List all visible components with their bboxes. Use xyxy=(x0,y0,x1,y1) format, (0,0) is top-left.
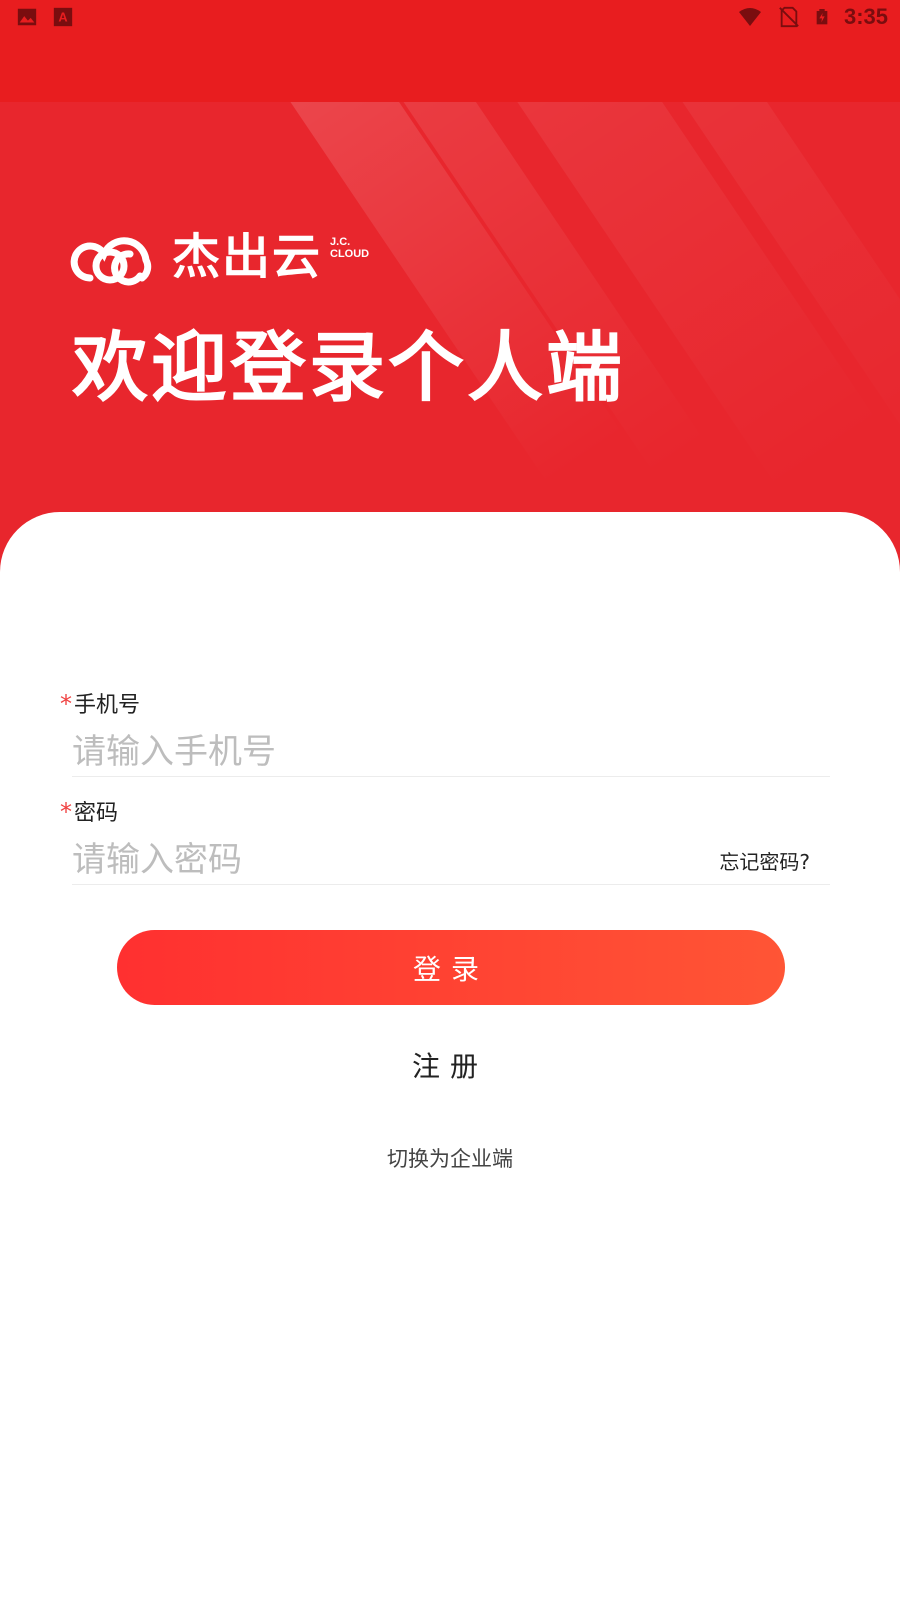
phone-label: 手机号 xyxy=(74,693,141,718)
password-label: 密码 xyxy=(74,801,119,826)
welcome-title: 欢迎登录个人端 xyxy=(72,323,625,412)
brand-en: J.C. CLOUD xyxy=(330,236,369,260)
brand-logo: 杰出云 J.C. CLOUD xyxy=(70,226,369,288)
phone-field-group: *手机号 xyxy=(60,690,830,778)
password-label-row: *密码 xyxy=(60,798,830,826)
brand-en-line2: CLOUD xyxy=(330,248,370,260)
battery-charging-icon xyxy=(816,9,828,25)
wifi-icon xyxy=(738,8,761,26)
password-input[interactable] xyxy=(72,834,632,886)
login-button[interactable]: 登录 xyxy=(117,930,785,1005)
password-field-group: *密码 忘记密码? xyxy=(60,798,830,886)
text-a-icon: A xyxy=(53,7,73,27)
switch-to-enterprise-link[interactable]: 切换为企业端 xyxy=(0,1143,900,1173)
phone-underline xyxy=(72,776,830,777)
brand-en-line1: J.C. xyxy=(330,236,351,248)
forgot-password-link[interactable]: 忘记密码? xyxy=(719,846,810,875)
password-underline xyxy=(72,884,830,885)
status-time: 3:35 xyxy=(843,4,888,29)
svg-text:A: A xyxy=(58,10,67,25)
image-icon xyxy=(17,8,37,26)
required-mark: * xyxy=(60,690,72,718)
required-mark: * xyxy=(60,798,72,826)
cloud-logo-icon xyxy=(70,237,152,286)
brand-name: 杰出云 xyxy=(172,229,323,285)
no-sim-icon xyxy=(779,6,799,28)
register-link[interactable]: 注册 xyxy=(0,1045,900,1085)
phone-label-row: *手机号 xyxy=(60,690,830,718)
phone-input[interactable] xyxy=(72,726,830,778)
status-bar: A 3:35 xyxy=(0,0,900,102)
hero-banner: A 3:35 杰出云 J.C. CLOUD 欢迎登录个人端 xyxy=(0,0,900,600)
